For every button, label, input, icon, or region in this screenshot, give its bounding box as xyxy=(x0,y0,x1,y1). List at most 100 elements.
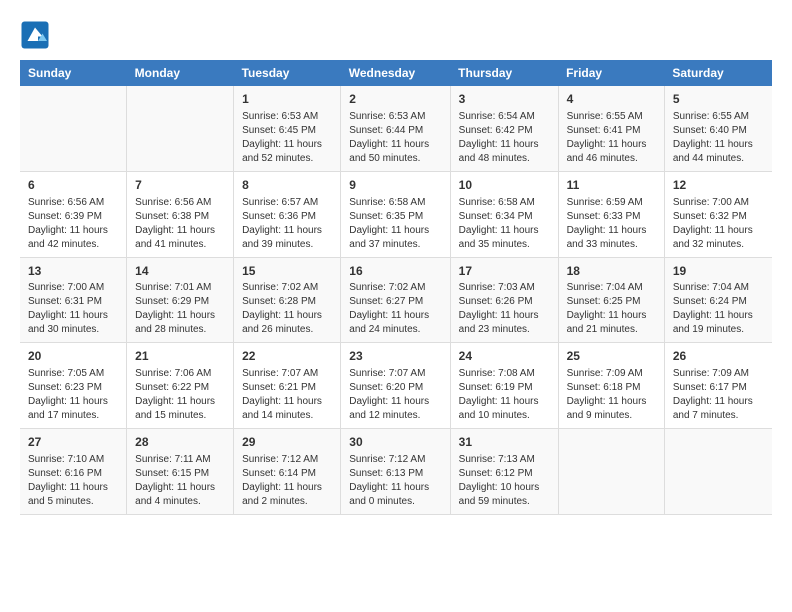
day-info: Sunrise: 6:57 AM Sunset: 6:36 PM Dayligh… xyxy=(242,196,332,252)
header-saturday: Saturday xyxy=(664,60,772,86)
calendar-cell: 23 Sunrise: 7:07 AM Sunset: 6:20 PM Dayli… xyxy=(341,343,450,429)
calendar-cell: 18Sunrise: 7:04 AM Sunset: 6:25 PM Dayli… xyxy=(558,257,664,343)
calendar-cell: 4 Sunrise: 6:55 AM Sunset: 6:41 PM Daylig… xyxy=(558,86,664,171)
header-thursday: Thursday xyxy=(450,60,558,86)
logo xyxy=(20,20,52,50)
day-number: 15 xyxy=(242,263,332,280)
calendar-cell: 9Sunrise: 6:58 AM Sunset: 6:35 PM Daylig… xyxy=(341,171,450,257)
day-info: Sunrise: 6:58 AM Sunset: 6:34 PM Dayligh… xyxy=(459,196,550,252)
day-info: Sunrise: 7:00 AM Sunset: 6:31 PM Dayligh… xyxy=(28,281,118,337)
week-row-2: 6 Sunrise: 6:56 AM Sunset: 6:39 PM Daylig… xyxy=(20,171,772,257)
day-number: 31 xyxy=(459,434,550,451)
day-number: 5 xyxy=(673,91,764,108)
day-info: Sunrise: 7:11 AM Sunset: 6:15 PM Dayligh… xyxy=(135,453,225,509)
day-number: 19 xyxy=(673,263,764,280)
page-header xyxy=(20,20,772,50)
day-number: 27 xyxy=(28,434,118,451)
calendar-cell: 14Sunrise: 7:01 AM Sunset: 6:29 PM Dayli… xyxy=(127,257,234,343)
calendar-cell: 10 Sunrise: 6:58 AM Sunset: 6:34 PM Dayli… xyxy=(450,171,558,257)
calendar-cell: 22 Sunrise: 7:07 AM Sunset: 6:21 PM Dayli… xyxy=(234,343,341,429)
day-info: Sunrise: 7:08 AM Sunset: 6:19 PM Dayligh… xyxy=(459,367,550,423)
calendar-cell: 5 Sunrise: 6:55 AM Sunset: 6:40 PM Daylig… xyxy=(664,86,772,171)
day-number: 1 xyxy=(242,91,332,108)
day-info: Sunrise: 6:55 AM Sunset: 6:41 PM Dayligh… xyxy=(567,110,656,166)
day-number: 4 xyxy=(567,91,656,108)
calendar-cell: 15Sunrise: 7:02 AM Sunset: 6:28 PM Dayli… xyxy=(234,257,341,343)
day-info: Sunrise: 6:56 AM Sunset: 6:39 PM Dayligh… xyxy=(28,196,118,252)
day-info: Sunrise: 7:04 AM Sunset: 6:24 PM Dayligh… xyxy=(673,281,764,337)
day-number: 26 xyxy=(673,348,764,365)
day-info: Sunrise: 7:06 AM Sunset: 6:22 PM Dayligh… xyxy=(135,367,225,423)
calendar-cell: 19Sunrise: 7:04 AM Sunset: 6:24 PM Dayli… xyxy=(664,257,772,343)
day-number: 7 xyxy=(135,177,225,194)
calendar-cell: 20 Sunrise: 7:05 AM Sunset: 6:23 PM Dayli… xyxy=(20,343,127,429)
day-info: Sunrise: 7:01 AM Sunset: 6:29 PM Dayligh… xyxy=(135,281,225,337)
calendar-cell: 2 Sunrise: 6:53 AM Sunset: 6:44 PM Daylig… xyxy=(341,86,450,171)
calendar-cell: 6 Sunrise: 6:56 AM Sunset: 6:39 PM Daylig… xyxy=(20,171,127,257)
calendar-header: SundayMondayTuesdayWednesdayThursdayFrid… xyxy=(20,60,772,86)
day-info: Sunrise: 6:53 AM Sunset: 6:45 PM Dayligh… xyxy=(242,110,332,166)
day-number: 23 xyxy=(349,348,441,365)
day-info: Sunrise: 7:12 AM Sunset: 6:14 PM Dayligh… xyxy=(242,453,332,509)
day-info: Sunrise: 7:07 AM Sunset: 6:21 PM Dayligh… xyxy=(242,367,332,423)
day-info: Sunrise: 7:09 AM Sunset: 6:17 PM Dayligh… xyxy=(673,367,764,423)
calendar-table: SundayMondayTuesdayWednesdayThursdayFrid… xyxy=(20,60,772,515)
calendar-cell: 7 Sunrise: 6:56 AM Sunset: 6:38 PM Daylig… xyxy=(127,171,234,257)
day-info: Sunrise: 7:02 AM Sunset: 6:27 PM Dayligh… xyxy=(349,281,441,337)
day-number: 11 xyxy=(567,177,656,194)
day-info: Sunrise: 7:00 AM Sunset: 6:32 PM Dayligh… xyxy=(673,196,764,252)
calendar-cell: 28Sunrise: 7:11 AM Sunset: 6:15 PM Dayli… xyxy=(127,429,234,515)
week-row-5: 27 Sunrise: 7:10 AM Sunset: 6:16 PM Dayli… xyxy=(20,429,772,515)
day-number: 2 xyxy=(349,91,441,108)
day-number: 10 xyxy=(459,177,550,194)
calendar-cell: 3Sunrise: 6:54 AM Sunset: 6:42 PM Daylig… xyxy=(450,86,558,171)
day-number: 9 xyxy=(349,177,441,194)
calendar-cell: 27 Sunrise: 7:10 AM Sunset: 6:16 PM Dayli… xyxy=(20,429,127,515)
day-info: Sunrise: 7:12 AM Sunset: 6:13 PM Dayligh… xyxy=(349,453,441,509)
day-info: Sunrise: 6:53 AM Sunset: 6:44 PM Dayligh… xyxy=(349,110,441,166)
calendar-cell xyxy=(558,429,664,515)
day-number: 17 xyxy=(459,263,550,280)
day-number: 14 xyxy=(135,263,225,280)
calendar-cell: 12Sunrise: 7:00 AM Sunset: 6:32 PM Dayli… xyxy=(664,171,772,257)
calendar-cell xyxy=(664,429,772,515)
calendar-cell: 30 Sunrise: 7:12 AM Sunset: 6:13 PM Dayli… xyxy=(341,429,450,515)
day-info: Sunrise: 7:09 AM Sunset: 6:18 PM Dayligh… xyxy=(567,367,656,423)
calendar-cell: 1 Sunrise: 6:53 AM Sunset: 6:45 PM Daylig… xyxy=(234,86,341,171)
day-info: Sunrise: 6:55 AM Sunset: 6:40 PM Dayligh… xyxy=(673,110,764,166)
week-row-3: 13Sunrise: 7:00 AM Sunset: 6:31 PM Dayli… xyxy=(20,257,772,343)
day-number: 22 xyxy=(242,348,332,365)
calendar-cell: 24 Sunrise: 7:08 AM Sunset: 6:19 PM Dayli… xyxy=(450,343,558,429)
day-number: 25 xyxy=(567,348,656,365)
header-wednesday: Wednesday xyxy=(341,60,450,86)
calendar-cell xyxy=(127,86,234,171)
calendar-cell: 21Sunrise: 7:06 AM Sunset: 6:22 PM Dayli… xyxy=(127,343,234,429)
calendar-body: 1 Sunrise: 6:53 AM Sunset: 6:45 PM Daylig… xyxy=(20,86,772,514)
day-number: 16 xyxy=(349,263,441,280)
calendar-cell: 31Sunrise: 7:13 AM Sunset: 6:12 PM Dayli… xyxy=(450,429,558,515)
day-info: Sunrise: 6:59 AM Sunset: 6:33 PM Dayligh… xyxy=(567,196,656,252)
day-number: 24 xyxy=(459,348,550,365)
day-number: 13 xyxy=(28,263,118,280)
calendar-cell: 25 Sunrise: 7:09 AM Sunset: 6:18 PM Dayli… xyxy=(558,343,664,429)
day-info: Sunrise: 7:05 AM Sunset: 6:23 PM Dayligh… xyxy=(28,367,118,423)
calendar-cell: 11 Sunrise: 6:59 AM Sunset: 6:33 PM Dayli… xyxy=(558,171,664,257)
day-info: Sunrise: 7:04 AM Sunset: 6:25 PM Dayligh… xyxy=(567,281,656,337)
calendar-cell: 8 Sunrise: 6:57 AM Sunset: 6:36 PM Daylig… xyxy=(234,171,341,257)
day-number: 20 xyxy=(28,348,118,365)
day-info: Sunrise: 7:02 AM Sunset: 6:28 PM Dayligh… xyxy=(242,281,332,337)
day-info: Sunrise: 7:07 AM Sunset: 6:20 PM Dayligh… xyxy=(349,367,441,423)
day-number: 29 xyxy=(242,434,332,451)
day-number: 8 xyxy=(242,177,332,194)
calendar-cell xyxy=(20,86,127,171)
week-row-1: 1 Sunrise: 6:53 AM Sunset: 6:45 PM Daylig… xyxy=(20,86,772,171)
header-sunday: Sunday xyxy=(20,60,127,86)
day-number: 30 xyxy=(349,434,441,451)
calendar-cell: 16Sunrise: 7:02 AM Sunset: 6:27 PM Dayli… xyxy=(341,257,450,343)
day-info: Sunrise: 7:10 AM Sunset: 6:16 PM Dayligh… xyxy=(28,453,118,509)
day-info: Sunrise: 6:56 AM Sunset: 6:38 PM Dayligh… xyxy=(135,196,225,252)
day-number: 6 xyxy=(28,177,118,194)
header-row: SundayMondayTuesdayWednesdayThursdayFrid… xyxy=(20,60,772,86)
day-info: Sunrise: 7:03 AM Sunset: 6:26 PM Dayligh… xyxy=(459,281,550,337)
logo-icon xyxy=(20,20,50,50)
